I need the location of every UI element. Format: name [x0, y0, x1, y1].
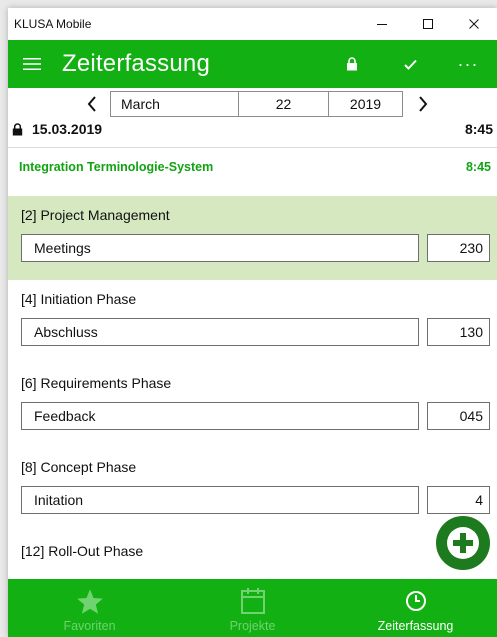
close-icon: [469, 19, 479, 29]
month-select[interactable]: March: [111, 92, 239, 116]
maximize-icon: [423, 19, 433, 29]
phase-label: [12] Roll-Out Phase: [21, 543, 144, 559]
minimize-icon: [377, 24, 387, 25]
task-field[interactable]: Abschluss: [21, 318, 419, 346]
star-icon: [76, 588, 103, 614]
bottom-navigation: Favoriten Projekte Zeiterfassung: [8, 579, 497, 637]
nav-zeiterfassung[interactable]: Zeiterfassung: [334, 579, 497, 637]
time-entry[interactable]: [8] Concept Phase Initation 4: [8, 448, 497, 532]
window-title: KLUSA Mobile: [14, 17, 92, 31]
date-input: March 22 2019: [110, 91, 403, 117]
task-field[interactable]: Feedback: [21, 402, 419, 430]
lock-icon: [347, 57, 357, 71]
add-entry-button[interactable]: [436, 516, 490, 570]
time-entry[interactable]: [4] Initiation Phase Abschluss 130: [8, 280, 497, 364]
time-value-field[interactable]: 130: [427, 318, 490, 346]
hamburger-icon: [23, 58, 41, 70]
phase-label: [6] Requirements Phase: [21, 375, 172, 391]
time-entry[interactable]: [6] Requirements Phase Feedback 045: [8, 364, 497, 448]
task-field[interactable]: Initation: [21, 486, 419, 514]
chevron-left-icon: [87, 96, 96, 112]
project-row[interactable]: Integration Terminologie-System 8:45: [8, 148, 497, 185]
check-icon: [403, 59, 417, 70]
chevron-right-icon: [419, 96, 428, 112]
lock-button[interactable]: [323, 40, 381, 88]
previous-date-button[interactable]: [80, 92, 104, 116]
lock-icon: [12, 122, 26, 136]
menu-button[interactable]: [8, 40, 56, 88]
close-button[interactable]: [451, 8, 497, 40]
time-entry-list: [2] Project Management Meetings 230 [4] …: [8, 196, 497, 570]
app-window: KLUSA Mobile Zeiterfassung ··· March 22 …: [8, 8, 497, 637]
nav-label: Projekte: [229, 619, 276, 633]
summary-date: 15.03.2019: [32, 121, 103, 137]
calendar-icon: [240, 588, 265, 614]
project-hours: 8:45: [465, 159, 491, 174]
time-entry[interactable]: [2] Project Management Meetings 230: [8, 196, 497, 280]
more-icon: ···: [457, 53, 479, 74]
page-title: Zeiterfassung: [62, 50, 211, 77]
phase-label: [4] Initiation Phase: [21, 291, 137, 307]
day-select[interactable]: 22: [239, 92, 329, 116]
confirm-button[interactable]: [381, 40, 439, 88]
date-selector: March 22 2019: [8, 88, 497, 120]
time-value-field[interactable]: 4: [427, 486, 490, 514]
clock-icon: [405, 591, 426, 611]
project-name: Integration Terminologie-System: [19, 159, 214, 174]
phase-label: [2] Project Management: [21, 207, 170, 223]
day-summary: 15.03.2019 8:45: [8, 120, 497, 138]
summary-total: 8:45: [464, 121, 493, 137]
time-value-field[interactable]: 230: [427, 234, 490, 262]
year-select[interactable]: 2019: [329, 92, 402, 116]
nav-favoriten[interactable]: Favoriten: [8, 579, 171, 637]
time-value-field[interactable]: 045: [427, 402, 490, 430]
nav-label: Favoriten: [63, 619, 116, 633]
more-button[interactable]: ···: [439, 40, 497, 88]
time-entry[interactable]: [12] Roll-Out Phase: [8, 532, 497, 570]
task-field[interactable]: Meetings: [21, 234, 419, 262]
plus-icon: [447, 527, 479, 559]
app-header: Zeiterfassung ···: [8, 40, 497, 88]
title-bar: KLUSA Mobile: [8, 8, 497, 40]
minimize-button[interactable]: [359, 8, 405, 40]
phase-label: [8] Concept Phase: [21, 459, 137, 475]
maximize-button[interactable]: [405, 8, 451, 40]
nav-projekte[interactable]: Projekte: [171, 579, 334, 637]
nav-label: Zeiterfassung: [377, 619, 454, 633]
next-date-button[interactable]: [411, 92, 435, 116]
